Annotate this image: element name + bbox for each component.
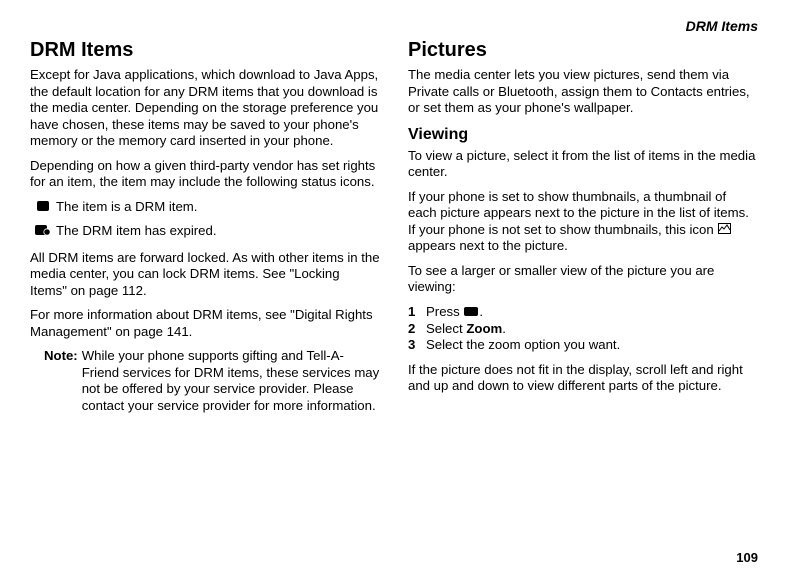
para-thumbnails: If your phone is set to show thumbnails,… — [408, 189, 758, 255]
two-column-layout: DRM Items Except for Java applications, … — [30, 38, 758, 414]
para-scroll: If the picture does not fit in the displ… — [408, 362, 758, 395]
step-bold: Zoom — [466, 321, 502, 336]
step-number: 1 — [408, 304, 426, 321]
drm-icon-list: The item is a DRM item. The DRM item has… — [30, 199, 380, 240]
page-number: 109 — [736, 550, 758, 565]
step-body: Select Zoom. — [426, 321, 758, 338]
icon-row: The item is a DRM item. — [30, 199, 380, 216]
step-text-pre: Press — [426, 304, 463, 319]
list-item: 2 Select Zoom. — [408, 321, 758, 338]
list-item: 1 Press . — [408, 304, 758, 321]
heading-drm-items: DRM Items — [30, 38, 380, 63]
step-text-post: . — [502, 321, 506, 336]
para-drm-intro: Except for Java applications, which down… — [30, 67, 380, 150]
para-forward-locked: All DRM items are forward locked. As wit… — [30, 250, 380, 300]
drm-item-icon — [30, 199, 56, 212]
heading-pictures: Pictures — [408, 38, 758, 63]
note-label: Note: — [44, 348, 78, 414]
step-text-post: . — [479, 304, 483, 319]
picture-placeholder-icon — [718, 222, 731, 239]
right-column: Pictures The media center lets you view … — [408, 38, 758, 414]
para-drm-status: Depending on how a given third-party ven… — [30, 158, 380, 191]
para-pictures-intro: The media center lets you view pictures,… — [408, 67, 758, 117]
para-thumbnails-pre: If your phone is set to show thumbnails,… — [408, 189, 749, 237]
para-drm-more-info: For more information about DRM items, se… — [30, 307, 380, 340]
note-body: While your phone supports gifting and Te… — [82, 348, 380, 414]
icon-row: The DRM item has expired. — [30, 223, 380, 240]
icon-row-text: The DRM item has expired. — [56, 223, 380, 240]
step-number: 2 — [408, 321, 426, 338]
steps-list: 1 Press . 2 Select Zoom. 3 Select the zo… — [408, 304, 758, 354]
para-viewing-select: To view a picture, select it from the li… — [408, 148, 758, 181]
heading-viewing: Viewing — [408, 125, 758, 145]
step-text-pre: Select the zoom option you want. — [426, 337, 620, 352]
step-number: 3 — [408, 337, 426, 354]
para-thumbnails-post: appears next to the picture. — [408, 238, 568, 253]
icon-row-text: The item is a DRM item. — [56, 199, 380, 216]
running-header: DRM Items — [30, 18, 758, 34]
note-block: Note: While your phone supports gifting … — [30, 348, 380, 414]
left-column: DRM Items Except for Java applications, … — [30, 38, 380, 414]
step-body: Press . — [426, 304, 758, 321]
para-zoom-intro: To see a larger or smaller view of the p… — [408, 263, 758, 296]
step-text-pre: Select — [426, 321, 466, 336]
step-body: Select the zoom option you want. — [426, 337, 758, 354]
menu-key-icon — [464, 304, 478, 321]
drm-expired-icon — [30, 223, 56, 236]
list-item: 3 Select the zoom option you want. — [408, 337, 758, 354]
